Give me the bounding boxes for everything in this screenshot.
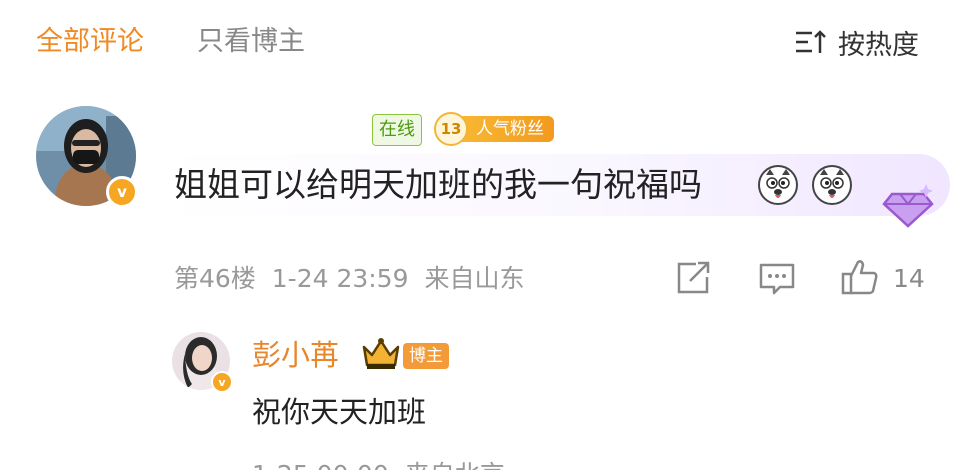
commenter-avatar[interactable]: v bbox=[36, 106, 138, 208]
author-tag: 博主 bbox=[403, 343, 449, 369]
share-icon[interactable] bbox=[676, 261, 712, 299]
verified-badge-icon: v bbox=[106, 176, 138, 208]
like-count: 14 bbox=[893, 264, 925, 293]
reply-time: 1-25 00:00 bbox=[252, 460, 389, 470]
reply-meta: 1-25 00:00 来自北京 bbox=[252, 458, 505, 470]
comment-icon[interactable] bbox=[758, 262, 796, 300]
comments-panel: 全部评论 只看博主 按热度 v 在线 13 人气粉丝 姐姐可以给明天加班的我一句… bbox=[0, 0, 960, 470]
fan-label: 人气粉丝 bbox=[462, 116, 554, 142]
like-icon[interactable] bbox=[840, 258, 880, 300]
purple-gem-icon bbox=[878, 180, 938, 230]
comment-meta: 第46楼 1-24 23:59 来自山东 bbox=[174, 262, 524, 296]
sort-by-hot-button[interactable]: 按热度 bbox=[794, 24, 919, 61]
tab-author-only[interactable]: 只看博主 bbox=[197, 24, 305, 60]
sort-lines-icon bbox=[794, 28, 828, 56]
floor-number: 第46楼 bbox=[174, 264, 256, 293]
reply-author-name[interactable]: 彭小苒 bbox=[252, 336, 339, 374]
comment-time: 1-24 23:59 bbox=[271, 264, 409, 293]
fan-badge: 13 人气粉丝 bbox=[434, 112, 554, 146]
fan-level-icon: 13 bbox=[434, 112, 468, 146]
reply-location: 来自北京 bbox=[405, 460, 505, 470]
sort-label: 按热度 bbox=[838, 29, 919, 61]
comment-text: 姐姐可以给明天加班的我一句祝福吗 bbox=[174, 165, 702, 204]
reply-author-avatar[interactable]: v bbox=[172, 332, 233, 393]
comment-location: 来自山东 bbox=[424, 264, 525, 293]
online-badge: 在线 bbox=[372, 114, 422, 146]
tab-all-comments[interactable]: 全部评论 bbox=[36, 24, 144, 60]
verified-badge-icon: v bbox=[211, 371, 233, 393]
husky-emoji-icon bbox=[812, 165, 852, 205]
reply-text: 祝你天天加班 bbox=[252, 395, 427, 429]
crown-icon bbox=[360, 335, 402, 375]
husky-emoji-icon bbox=[758, 165, 798, 205]
